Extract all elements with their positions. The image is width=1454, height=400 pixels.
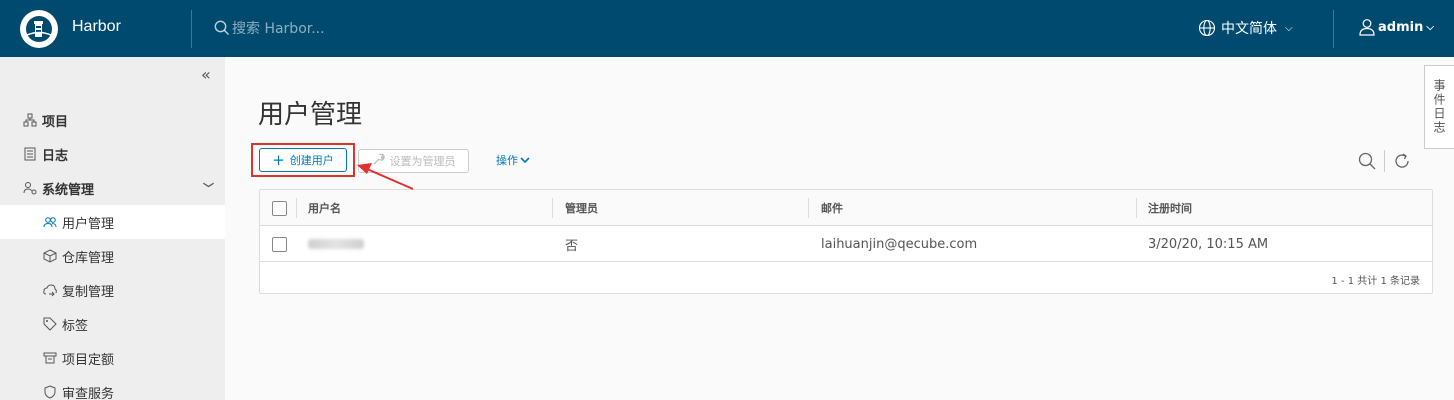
chevron-down-icon: ⌵ <box>1426 21 1434 33</box>
sidebar-item-label: 复制管理 <box>62 284 115 300</box>
sidebar-item-label: 日志 <box>42 148 69 164</box>
tag-icon <box>42 317 58 331</box>
user-menu[interactable]: admin ⌵ <box>1358 18 1434 36</box>
sidebar-item-replications[interactable]: 复制管理 <box>0 273 225 307</box>
search-icon <box>214 20 229 35</box>
sidebar-item-system-admin[interactable]: 系统管理 ﹀ <box>0 171 225 205</box>
table-header: 用户名 管理员 邮件 注册时间 <box>260 190 1432 226</box>
column-header-username[interactable]: 用户名 <box>308 190 341 226</box>
sidebar-item-labels[interactable]: 标签 <box>0 307 225 341</box>
admin-icon <box>22 181 38 195</box>
search-icon[interactable] <box>1358 152 1376 170</box>
select-all-checkbox[interactable] <box>272 190 287 226</box>
annotation-highlight-box <box>251 143 355 177</box>
chevron-down-icon <box>520 157 530 164</box>
chevron-down-icon: ⌵ <box>1285 22 1293 34</box>
tool-divider <box>1384 150 1385 172</box>
sidebar-item-users[interactable]: 用户管理 <box>0 205 225 239</box>
sidebar-item-projects[interactable]: 项目 <box>0 103 225 137</box>
project-icon <box>22 113 38 127</box>
sidebar-item-label: 标签 <box>62 318 89 334</box>
column-header-admin[interactable]: 管理员 <box>565 190 598 226</box>
replication-icon <box>42 283 58 297</box>
global-search[interactable]: 搜索 Harbor... <box>214 18 325 38</box>
event-log-tab[interactable]: 事件日志 <box>1424 65 1454 149</box>
grid-tools <box>1358 150 1411 172</box>
sidebar-item-label: 仓库管理 <box>62 250 115 266</box>
refresh-icon[interactable] <box>1393 152 1411 170</box>
brand-name[interactable]: Harbor <box>72 18 121 36</box>
cell-registered: 3/20/20, 10:15 AM <box>1148 236 1269 252</box>
sidebar-item-registries[interactable]: 仓库管理 <box>0 239 225 273</box>
cell-admin: 否 <box>565 238 579 254</box>
actions-dropdown[interactable]: 操作 <box>496 152 530 168</box>
cell-username <box>308 226 364 262</box>
column-header-email[interactable]: 邮件 <box>821 190 843 226</box>
table-footer: 1 - 1 共计 1 条记录 <box>1331 276 1420 287</box>
registry-icon <box>42 249 58 263</box>
redacted-username <box>308 239 364 249</box>
sidebar-item-label: 系统管理 <box>42 182 95 198</box>
sidebar-item-logs[interactable]: 日志 <box>0 137 225 171</box>
users-icon <box>42 215 58 229</box>
users-table: 用户名 管理员 邮件 注册时间 否 laihuanjin@qecube.com … <box>259 189 1433 294</box>
page-title: 用户管理 <box>258 100 363 130</box>
harbor-logo-icon[interactable] <box>20 10 58 48</box>
header-divider <box>1333 10 1334 48</box>
language-selector[interactable]: 中文简体 ⌵ <box>1198 18 1293 38</box>
row-checkbox[interactable] <box>272 226 287 262</box>
collapse-sidebar-icon[interactable]: « <box>201 65 211 84</box>
header-divider <box>191 10 192 48</box>
sidebar-item-label: 用户管理 <box>62 216 115 232</box>
shield-icon <box>42 385 58 399</box>
sidebar-item-label: 审查服务 <box>62 386 115 400</box>
sidebar-item-interrogation-services[interactable]: 审查服务 <box>0 375 225 400</box>
user-icon <box>1359 19 1375 36</box>
sidebar: « 项目 日志 系统管理 ﹀ 用户管理 仓库管理 复制管理 标签 项目定额 审查… <box>0 57 225 400</box>
globe-icon <box>1198 19 1216 37</box>
sidebar-item-project-quotas[interactable]: 项目定额 <box>0 341 225 375</box>
log-icon <box>22 147 38 161</box>
sidebar-item-label: 项目 <box>42 114 69 130</box>
actions-label: 操作 <box>496 154 518 167</box>
cell-email: laihuanjin@qecube.com <box>821 236 978 252</box>
column-header-registered[interactable]: 注册时间 <box>1148 190 1192 226</box>
quota-icon <box>42 351 58 365</box>
event-log-label: 事件日志 <box>1432 79 1446 135</box>
user-name: admin <box>1378 19 1424 35</box>
sidebar-item-label: 项目定额 <box>62 352 115 368</box>
annotation-arrow <box>357 163 414 190</box>
language-label: 中文简体 <box>1221 21 1277 37</box>
table-row[interactable]: 否 laihuanjin@qecube.com 3/20/20, 10:15 A… <box>260 226 1432 262</box>
search-input[interactable]: 搜索 Harbor... <box>232 18 325 38</box>
chevron-down-icon: ﹀ <box>203 182 214 195</box>
top-header: Harbor 搜索 Harbor... 中文简体 ⌵ admin ⌵ <box>0 0 1454 57</box>
